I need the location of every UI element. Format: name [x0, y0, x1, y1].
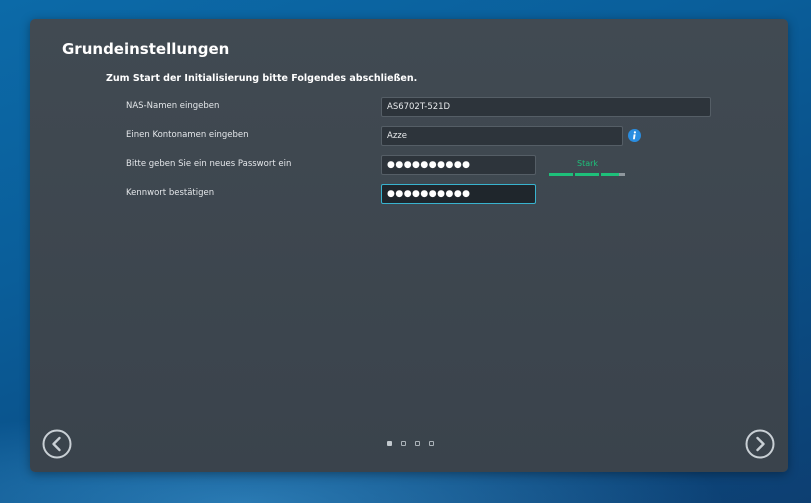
previous-step-button[interactable] [42, 429, 72, 459]
info-icon[interactable] [628, 129, 641, 142]
step-dot [401, 441, 406, 446]
account-name-input[interactable]: Azze [381, 126, 623, 146]
step-dot [387, 441, 392, 446]
wizard-instructions: Zum Start der Initialisierung bitte Folg… [106, 73, 418, 84]
step-dot [415, 441, 420, 446]
password-strength-meter [549, 173, 629, 176]
next-step-button[interactable] [745, 429, 775, 459]
strength-segment [601, 173, 625, 176]
setup-wizard-panel: Grundeinstellungen Zum Start der Initial… [30, 19, 788, 472]
nas-name-label: NAS-Namen eingeben [126, 101, 220, 111]
strength-segment [575, 173, 599, 176]
strength-segment [549, 173, 573, 176]
new-password-input[interactable]: ●●●●●●●●●● [381, 155, 536, 175]
nas-name-input[interactable]: AS6702T-521D [381, 97, 711, 117]
page-title: Grundeinstellungen [62, 40, 230, 58]
account-name-label: Einen Kontonamen eingeben [126, 130, 249, 140]
new-password-label: Bitte geben Sie ein neues Passwort ein [126, 159, 292, 169]
password-strength-label: Stark [577, 159, 599, 168]
confirm-password-input[interactable]: ●●●●●●●●●● [381, 184, 536, 204]
confirm-password-label: Kennwort bestätigen [126, 188, 215, 198]
step-dot [429, 441, 434, 446]
